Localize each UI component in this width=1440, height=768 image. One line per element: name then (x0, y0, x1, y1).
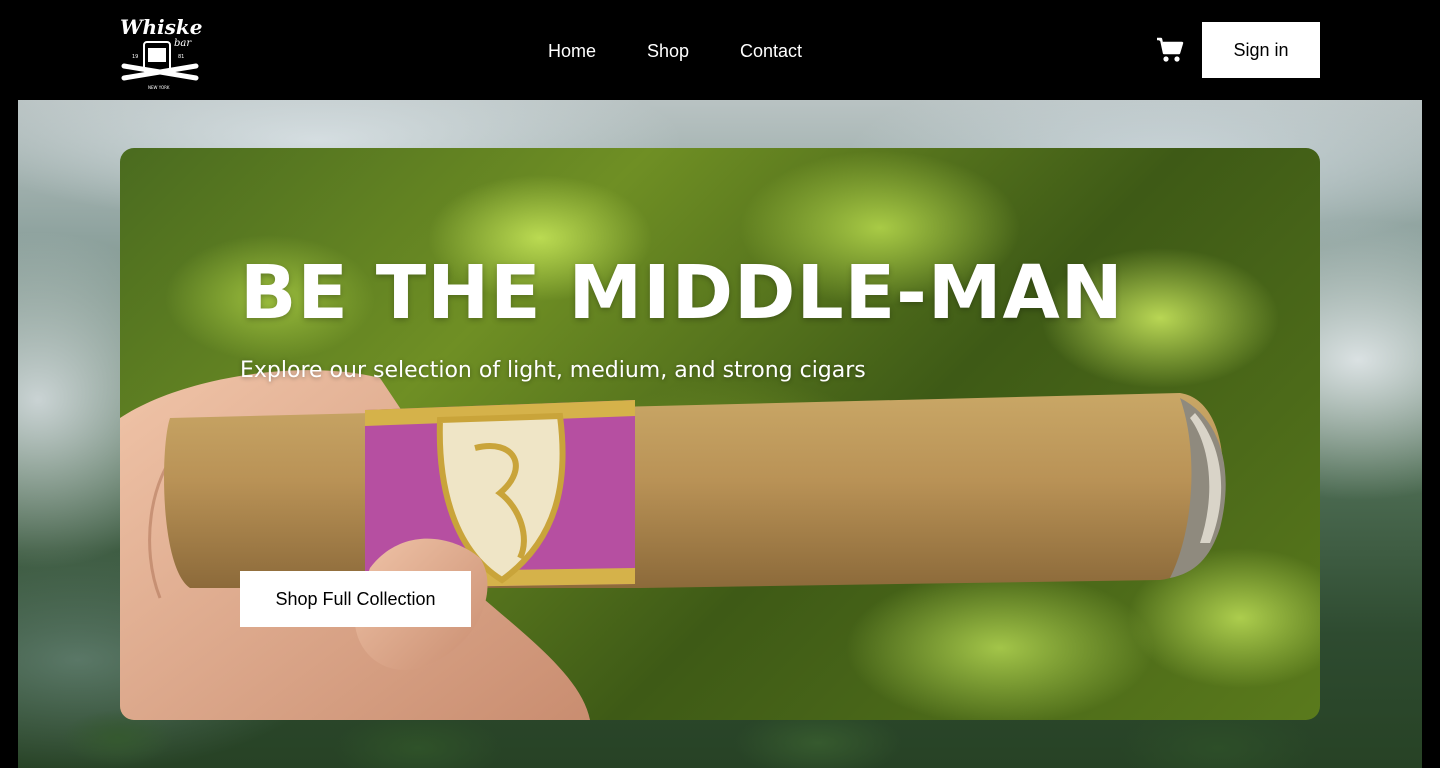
shopping-cart-icon (1157, 37, 1184, 62)
logo-city: NEW YORK (148, 85, 170, 90)
shop-full-collection-button[interactable]: Shop Full Collection (240, 571, 471, 627)
sign-in-button[interactable]: Sign in (1202, 22, 1320, 78)
hero-banner: BE THE MIDDLE-MAN Explore our selection … (120, 148, 1320, 720)
cigar-in-hand-image (120, 370, 1226, 720)
cart-button[interactable] (1156, 37, 1184, 63)
nav-home-link[interactable]: Home (548, 38, 596, 64)
site-header: Whiskey bar 19 81 NEW YORK Home Shop Con… (0, 0, 1440, 100)
nav-shop-link[interactable]: Shop (647, 38, 689, 64)
hero-title: BE THE MIDDLE-MAN (240, 250, 1124, 336)
hero-subtitle: Explore our selection of light, medium, … (240, 358, 866, 383)
logo-wordmark: Whiskey (120, 15, 202, 39)
nav-contact-link[interactable]: Contact (740, 38, 802, 64)
